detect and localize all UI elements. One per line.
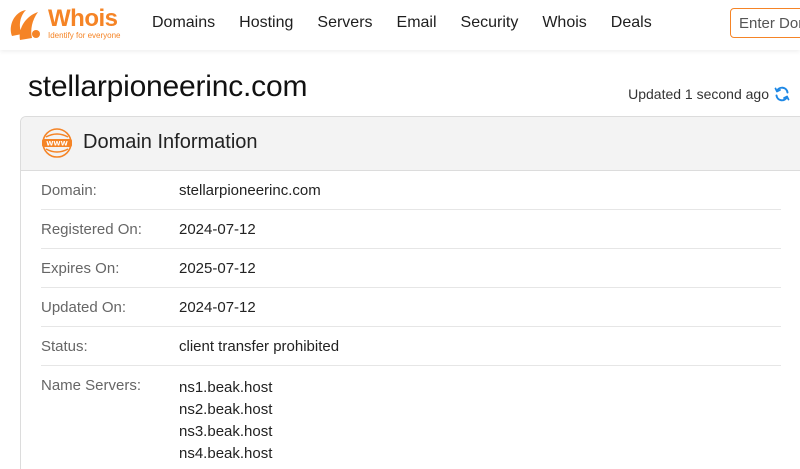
page-title: stellarpioneerinc.com [28, 70, 308, 103]
info-row-expires-on: Expires On: 2025-07-12 [41, 249, 781, 288]
updated-status: Updated 1 second ago [628, 86, 790, 102]
row-label: Status: [41, 338, 88, 355]
row-value: 2024-07-12 [179, 221, 256, 238]
row-value: 2024-07-12 [179, 299, 256, 316]
domain-search-input[interactable] [730, 8, 800, 38]
refresh-icon[interactable] [774, 86, 790, 102]
row-label: Updated On: [41, 299, 127, 316]
info-row-registered-on: Registered On: 2024-07-12 [41, 210, 781, 249]
row-label: Domain: [41, 182, 97, 199]
name-server-item: ns3.beak.host [179, 423, 273, 440]
row-label: Name Servers: [41, 377, 142, 394]
nav-servers[interactable]: Servers [317, 14, 372, 32]
site-header: Whois Identify for everyone Domains Host… [0, 0, 800, 50]
info-row-updated-on: Updated On: 2024-07-12 [41, 288, 781, 327]
logo-mark-icon [10, 10, 40, 40]
row-value: client transfer prohibited [179, 338, 340, 355]
name-server-item: ns4.beak.host [179, 445, 273, 462]
info-row-domain: Domain: stellarpioneerinc.com [41, 171, 781, 210]
whois-logo[interactable]: Whois Identify for everyone [6, 4, 136, 44]
updated-text: Updated 1 second ago [628, 86, 769, 102]
nav-domains[interactable]: Domains [152, 14, 215, 32]
card-header: WWW Domain Information [21, 117, 800, 171]
row-value: 2025-07-12 [179, 260, 256, 277]
name-server-item: ns1.beak.host [179, 379, 273, 396]
domain-information-card: WWW Domain Information Domain: stellarpi… [20, 116, 800, 469]
card-title: Domain Information [83, 131, 258, 153]
row-label: Registered On: [41, 221, 142, 238]
nav-hosting[interactable]: Hosting [239, 14, 293, 32]
nav-whois[interactable]: Whois [542, 14, 586, 32]
www-icon: WWW [42, 128, 72, 158]
nav-security[interactable]: Security [461, 14, 519, 32]
logo-wordmark: Whois [48, 5, 118, 32]
name-server-item: ns2.beak.host [179, 401, 273, 418]
domain-info-table: Domain: stellarpioneerinc.com Registered… [21, 171, 800, 462]
name-server-list: ns1.beak.host ns2.beak.host ns3.beak.hos… [179, 377, 272, 465]
info-row-status: Status: client transfer prohibited [41, 327, 781, 366]
svg-text:WWW: WWW [46, 140, 68, 148]
nav-deals[interactable]: Deals [611, 14, 652, 32]
row-value: stellarpioneerinc.com [179, 182, 321, 199]
row-label: Expires On: [41, 260, 120, 277]
nav-email[interactable]: Email [397, 14, 437, 32]
main-nav: Domains Hosting Servers Email Security W… [152, 0, 676, 46]
logo-tagline: Identify for everyone [48, 31, 121, 40]
